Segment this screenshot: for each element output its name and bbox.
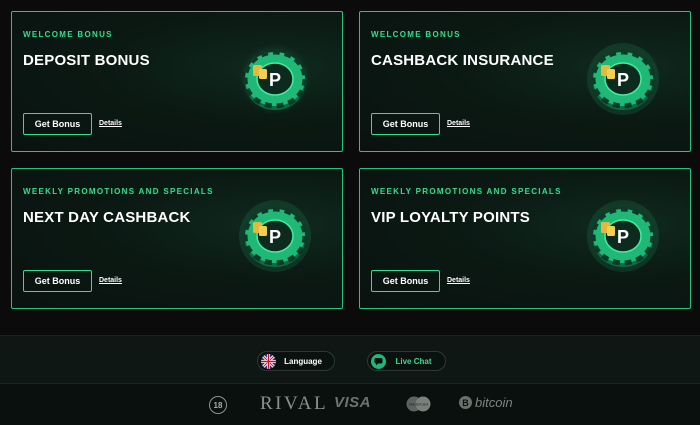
get-bonus-button[interactable]: Get Bonus	[371, 113, 440, 135]
details-link[interactable]: Details	[447, 120, 470, 127]
promo-card-cashback-insurance: WELCOME BONUS CASHBACK INSURANCE Get Bon…	[359, 11, 691, 152]
promo-card-deposit-bonus: WELCOME BONUS DEPOSIT BONUS Get Bonus De…	[11, 11, 343, 152]
partner-logos-bar: 18 RIVAL VISA MasterCard B bitcoin	[0, 383, 700, 425]
age-18-icon: 18	[209, 396, 227, 414]
poker-chip-icon: P	[587, 200, 659, 272]
card-eyebrow: WELCOME BONUS	[23, 30, 113, 39]
svg-text:P: P	[269, 227, 281, 247]
live-chat-label: Live Chat	[395, 356, 432, 366]
svg-text:P: P	[617, 70, 629, 90]
mastercard-logo: MasterCard	[406, 396, 431, 412]
language-selector[interactable]: Language	[257, 351, 335, 371]
card-eyebrow: WEEKLY PROMOTIONS AND SPECIALS	[23, 187, 214, 196]
footer-actions-bar: Language Live Chat	[0, 335, 700, 383]
card-title: DEPOSIT BONUS	[23, 52, 150, 69]
card-title: NEXT DAY CASHBACK	[23, 209, 191, 226]
svg-text:MasterCard: MasterCard	[409, 403, 428, 407]
poker-chip-icon: P	[587, 43, 659, 115]
card-title: CASHBACK INSURANCE	[371, 52, 554, 69]
promotions-grid: WELCOME BONUS DEPOSIT BONUS Get Bonus De…	[0, 0, 700, 335]
card-title: VIP LOYALTY POINTS	[371, 209, 530, 226]
promo-card-next-day-cashback: WEEKLY PROMOTIONS AND SPECIALS NEXT DAY …	[11, 168, 343, 309]
svg-text:P: P	[617, 227, 629, 247]
rival-logo: RIVAL	[260, 393, 329, 414]
live-chat-button[interactable]: Live Chat	[367, 351, 446, 371]
visa-logo: VISA	[334, 394, 372, 411]
promo-card-vip-loyalty-points: WEEKLY PROMOTIONS AND SPECIALS VIP LOYAL…	[359, 168, 691, 309]
details-link[interactable]: Details	[447, 277, 470, 284]
card-eyebrow: WEEKLY PROMOTIONS AND SPECIALS	[371, 187, 562, 196]
details-link[interactable]: Details	[99, 277, 122, 284]
bitcoin-label: bitcoin	[475, 395, 513, 410]
bitcoin-logo: B bitcoin	[459, 395, 513, 410]
get-bonus-button[interactable]: Get Bonus	[23, 270, 92, 292]
poker-chip-icon: P	[239, 43, 311, 115]
language-label: Language	[284, 356, 322, 366]
poker-chip-icon: P	[239, 200, 311, 272]
get-bonus-button[interactable]: Get Bonus	[23, 113, 92, 135]
details-link[interactable]: Details	[99, 120, 122, 127]
get-bonus-button[interactable]: Get Bonus	[371, 270, 440, 292]
svg-text:P: P	[269, 70, 281, 90]
card-eyebrow: WELCOME BONUS	[371, 30, 461, 39]
bitcoin-icon: B	[459, 396, 472, 409]
